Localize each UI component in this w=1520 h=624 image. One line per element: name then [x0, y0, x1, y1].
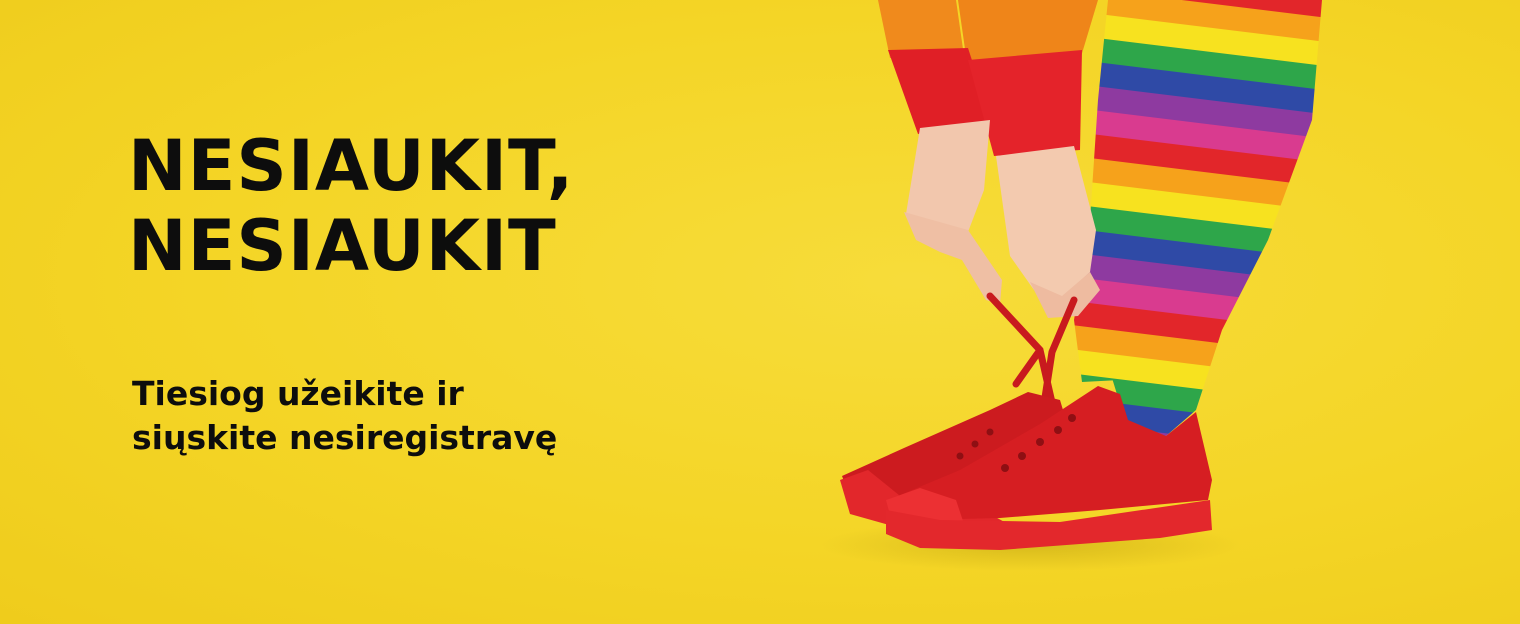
- subheadline-line-1: Tiesiog užeikite ir: [132, 374, 464, 413]
- banner-subheadline: Tiesiog užeikite ir siųskite nesiregistr…: [132, 372, 557, 460]
- headline-line-1: NESIAUKIT,: [128, 125, 575, 207]
- headline-line-2: NESIAUKIT: [128, 205, 557, 287]
- promo-banner[interactable]: NESIAUKIT, NESIAUKIT Tiesiog užeikite ir…: [0, 0, 1520, 624]
- banner-photo: [820, 0, 1322, 571]
- subheadline-line-2: siųskite nesiregistravę: [132, 418, 558, 457]
- hand-left: [904, 212, 1002, 304]
- banner-headline: NESIAUKIT, NESIAUKIT: [128, 126, 574, 286]
- forearm-right: [996, 146, 1096, 300]
